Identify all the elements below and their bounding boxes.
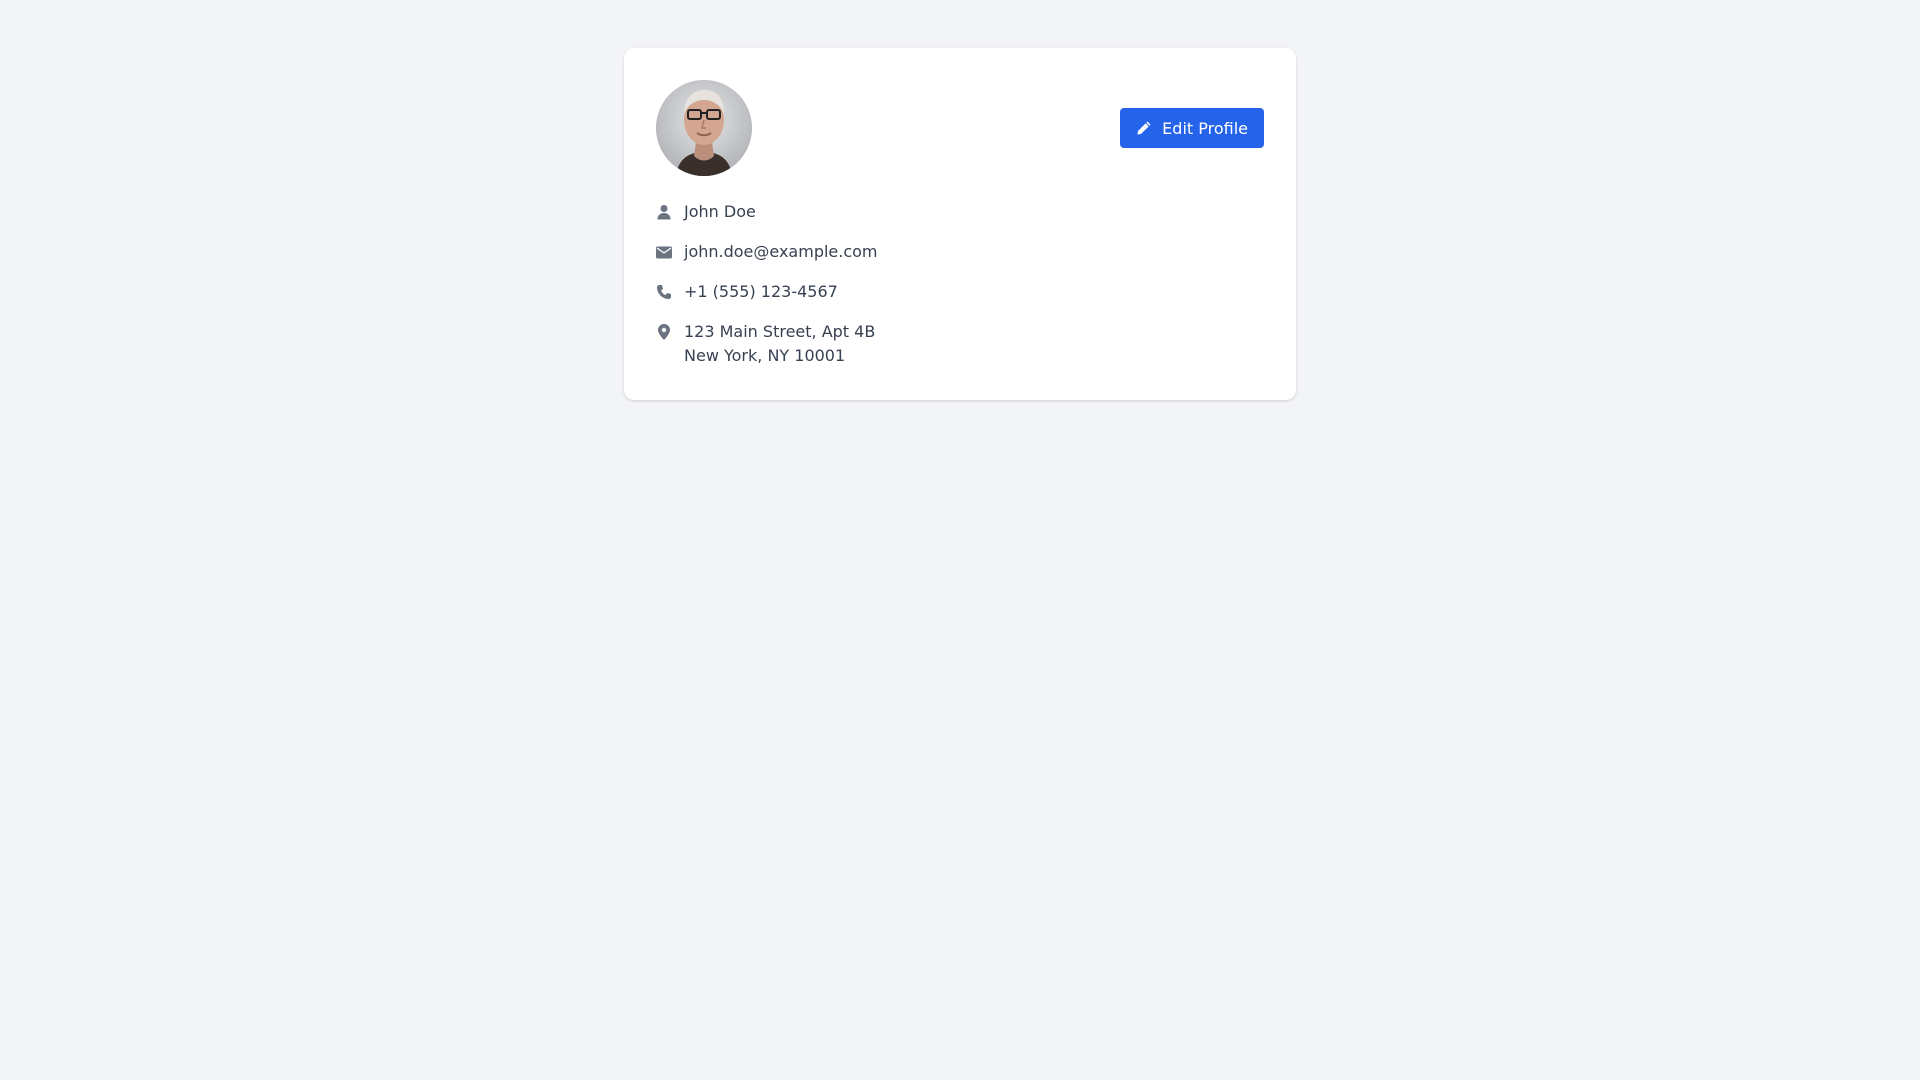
envelope-icon xyxy=(656,240,672,264)
phone-icon xyxy=(656,280,672,304)
name-row: John Doe xyxy=(656,200,1264,224)
profile-address: 123 Main Street, Apt 4B New York, NY 100… xyxy=(684,320,875,368)
pencil-icon xyxy=(1136,120,1152,136)
profile-details: John Doe john.doe@example.com +1 (555) 1… xyxy=(656,200,1264,368)
avatar xyxy=(656,80,752,176)
user-icon xyxy=(656,200,672,224)
phone-row: +1 (555) 123-4567 xyxy=(656,280,1264,304)
edit-profile-button[interactable]: Edit Profile xyxy=(1120,108,1264,148)
profile-header: Edit Profile xyxy=(656,80,1264,176)
address-row: 123 Main Street, Apt 4B New York, NY 100… xyxy=(656,320,1264,368)
email-row: john.doe@example.com xyxy=(656,240,1264,264)
address-line-2: New York, NY 10001 xyxy=(684,346,846,365)
profile-email: john.doe@example.com xyxy=(684,242,878,261)
address-line-1: 123 Main Street, Apt 4B xyxy=(684,322,876,341)
avatar-photo xyxy=(656,80,752,176)
edit-profile-label: Edit Profile xyxy=(1162,118,1248,138)
profile-phone: +1 (555) 123-4567 xyxy=(684,282,838,301)
map-pin-icon xyxy=(656,320,672,344)
profile-name: John Doe xyxy=(684,202,756,221)
profile-card: Edit Profile John Doe john.doe@example.c… xyxy=(624,48,1296,400)
